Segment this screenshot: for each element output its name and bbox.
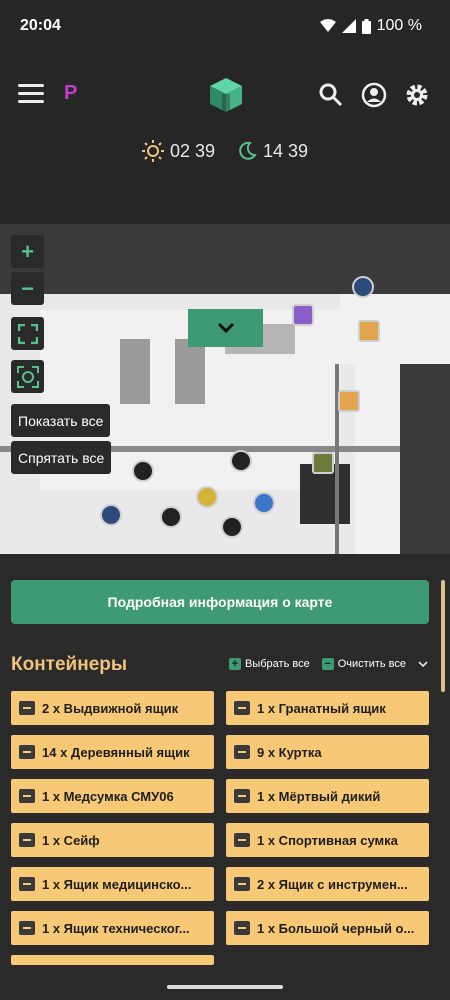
map-marker[interactable] (196, 486, 218, 508)
container-item[interactable]: 1 x Ящик техническог... (11, 911, 214, 945)
wifi-icon (319, 19, 336, 32)
map-marker[interactable] (160, 506, 182, 528)
status-time: 20:04 (20, 17, 61, 34)
map-info-button[interactable]: Подробная информация о карте (11, 580, 429, 624)
day-time: 02 39 (141, 140, 215, 162)
safe-icon (19, 833, 35, 847)
battery-icon (361, 18, 371, 34)
large-black-case-icon (234, 921, 250, 935)
gear-icon[interactable] (404, 82, 430, 108)
container-item[interactable]: 1 x Большой черный о... (226, 911, 429, 945)
chevron-down-icon (217, 322, 234, 334)
app-logo-icon (210, 78, 242, 112)
wooden-crate-icon (19, 745, 35, 759)
container-item-partial[interactable] (11, 955, 214, 965)
map-room (120, 339, 150, 404)
dead-scav-icon (234, 789, 250, 803)
fullscreen-icon (17, 323, 38, 344)
tech-crate-icon (19, 921, 35, 935)
show-all-button[interactable]: Показать все (11, 404, 111, 437)
map-marker[interactable] (358, 320, 380, 342)
signal-icon (341, 19, 356, 33)
medbag-icon (19, 789, 35, 803)
container-item[interactable]: 9 x Куртка (226, 735, 429, 769)
clear-all-label: Очистить все (337, 658, 406, 670)
map-room (340, 294, 450, 364)
minus-icon: − (321, 658, 334, 670)
jacket-icon (234, 745, 250, 759)
profile-badge[interactable]: P (64, 82, 77, 105)
day-night-times: 02 39 14 39 (0, 140, 450, 162)
grenade-box-icon (234, 701, 250, 715)
status-bar: 20:04 100 % (0, 0, 450, 56)
container-item[interactable]: 2 x Ящик с инструмен... (226, 867, 429, 901)
sun-icon (141, 140, 164, 162)
container-list: 2 x Выдвижной ящик 1 x Гранатный ящик 14… (11, 691, 429, 945)
section-actions: + Выбрать все − Очистить все (229, 658, 428, 670)
container-item[interactable]: 14 x Деревянный ящик (11, 735, 214, 769)
map-room (175, 339, 205, 404)
section-title: Контейнеры (11, 654, 128, 675)
scrollbar[interactable] (441, 580, 445, 692)
map-marker[interactable] (338, 390, 360, 412)
map-marker[interactable] (312, 452, 334, 474)
moon-icon (239, 141, 257, 160)
battery-level: 100 % (376, 17, 422, 34)
day-time-value: 02 39 (169, 140, 215, 161)
status-icons: 100 % (319, 17, 422, 35)
container-item[interactable]: 1 x Гранатный ящик (226, 691, 429, 725)
toolbox-icon (234, 877, 250, 891)
clear-all-button[interactable]: − Очистить все (321, 658, 406, 670)
container-item[interactable]: 1 x Ящик медицинско... (11, 867, 214, 901)
locate-button[interactable] (11, 360, 44, 393)
select-all-label: Выбрать все (245, 658, 310, 670)
collapse-map-button[interactable] (188, 309, 263, 347)
search-icon[interactable] (318, 82, 344, 108)
night-time: 14 39 (237, 141, 308, 162)
map-marker[interactable] (132, 460, 154, 482)
zoom-in-button[interactable]: + (11, 235, 44, 268)
container-item[interactable]: 2 x Выдвижной ящик (11, 691, 214, 725)
map-view[interactable]: + − Показать все Спрятать все (0, 224, 450, 554)
container-item[interactable]: 1 x Медсумка СМУ06 (11, 779, 214, 813)
home-indicator[interactable] (167, 985, 283, 989)
night-time-value: 14 39 (263, 140, 309, 161)
map-marker[interactable] (230, 450, 252, 472)
account-icon[interactable] (361, 82, 387, 108)
map-marker[interactable] (100, 504, 122, 526)
select-all-button[interactable]: + Выбрать все (229, 658, 310, 670)
sports-bag-icon (234, 833, 250, 847)
menu-icon (18, 84, 44, 87)
map-marker[interactable] (253, 492, 275, 514)
container-item[interactable]: 1 x Мёртвый дикий (226, 779, 429, 813)
container-item[interactable]: 1 x Сейф (11, 823, 214, 857)
drawer-icon (19, 701, 35, 715)
menu-button[interactable] (18, 84, 44, 106)
fullscreen-button[interactable] (11, 317, 44, 350)
plus-icon: + (229, 658, 242, 670)
medical-crate-icon (19, 877, 35, 891)
map-marker[interactable] (352, 276, 374, 298)
zoom-out-button[interactable]: − (11, 272, 44, 305)
locate-icon (16, 365, 39, 388)
app-bar: P 02 39 14 39 (0, 56, 450, 224)
details-panel: Подробная информация о карте Контейнеры … (0, 554, 450, 1000)
map-marker[interactable] (292, 304, 314, 326)
map-room (355, 364, 400, 554)
container-item[interactable]: 1 x Спортивная сумка (226, 823, 429, 857)
map-marker[interactable] (221, 516, 243, 538)
chevron-down-icon[interactable] (418, 660, 428, 668)
hide-all-button[interactable]: Спрятать все (11, 441, 112, 474)
